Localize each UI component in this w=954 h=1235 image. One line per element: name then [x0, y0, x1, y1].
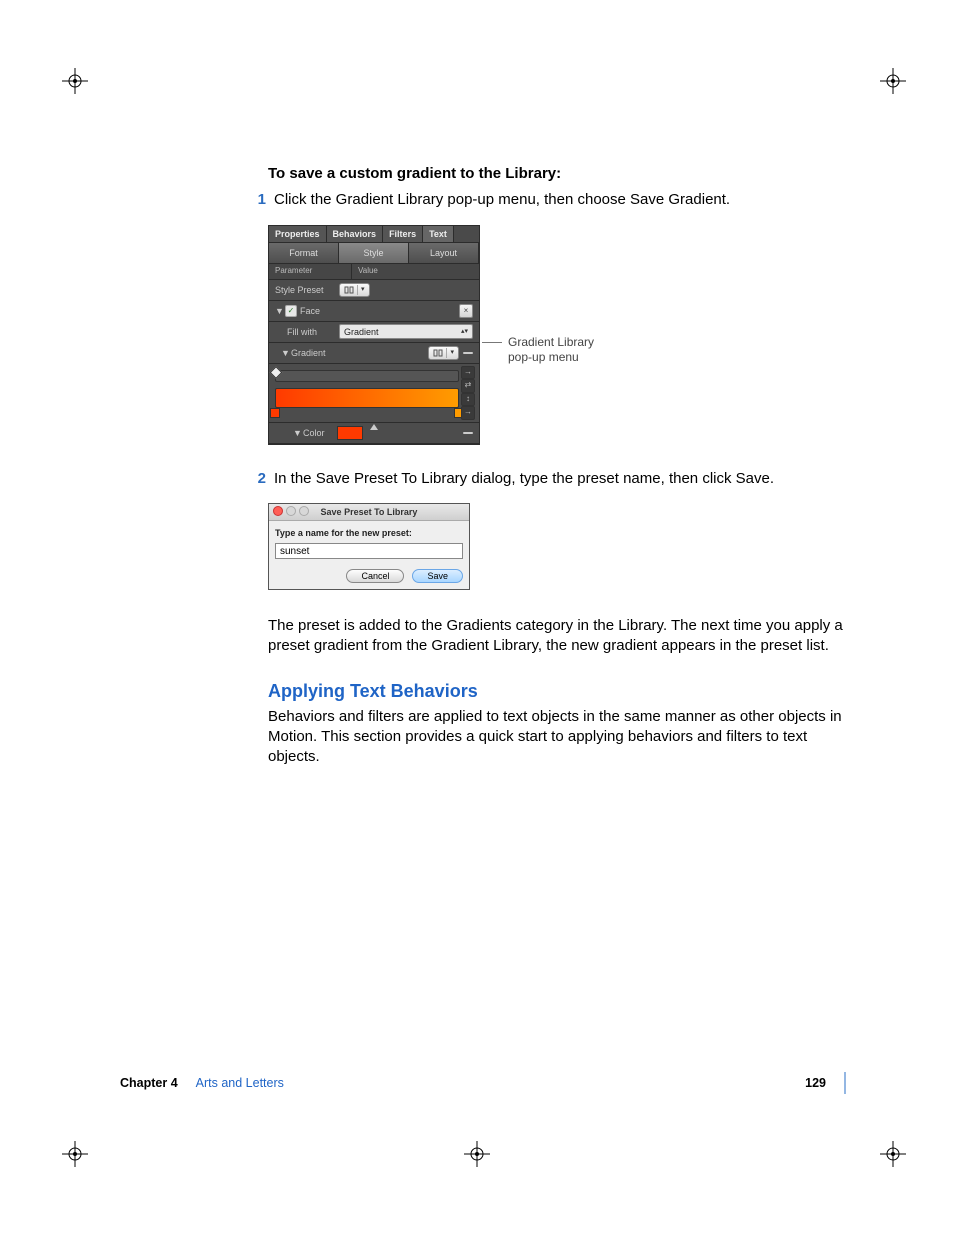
- step-number: 1: [242, 190, 266, 210]
- style-preset-library-button[interactable]: ▾: [339, 283, 370, 297]
- column-parameter: Parameter: [269, 264, 352, 279]
- dialog-title: Save Preset To Library: [321, 507, 418, 517]
- callout: Gradient Library pop-up menu: [482, 335, 604, 366]
- disclosure-icon[interactable]: ▼: [275, 305, 283, 317]
- book-icon: [344, 286, 354, 294]
- body-paragraph: Behaviors and filters are applied to tex…: [268, 707, 854, 768]
- chapter-name: Arts and Letters: [196, 1075, 284, 1092]
- row-color: Color: [303, 427, 337, 439]
- step-number: 2: [242, 469, 266, 489]
- disclosure-icon[interactable]: ▼: [281, 347, 289, 359]
- book-icon: [433, 349, 443, 357]
- collapse-icon[interactable]: [463, 352, 473, 354]
- fill-with-value: Gradient: [344, 326, 379, 338]
- subtab-format[interactable]: Format: [269, 243, 339, 263]
- arrow-right-icon[interactable]: →: [461, 366, 475, 380]
- column-value: Value: [352, 264, 384, 279]
- row-fill-with: Fill with: [287, 326, 339, 338]
- tab-behaviors[interactable]: Behaviors: [327, 226, 384, 242]
- row-face: Face: [300, 305, 320, 317]
- cancel-button[interactable]: Cancel: [346, 569, 404, 583]
- dialog-prompt: Type a name for the new preset:: [275, 527, 463, 539]
- reset-button[interactable]: ×: [459, 304, 473, 318]
- step-text: Click the Gradient Library pop-up menu, …: [274, 190, 854, 210]
- subtab-style[interactable]: Style: [339, 243, 409, 263]
- inspector-panel: Properties Behaviors Filters Text Format…: [268, 225, 480, 445]
- arrow-right-icon[interactable]: →: [461, 406, 475, 420]
- gradient-editor[interactable]: → ⇄ ↕ →: [269, 364, 479, 423]
- face-checkbox[interactable]: ✓: [285, 305, 297, 317]
- gradient-bar[interactable]: [275, 388, 459, 408]
- collapse-icon[interactable]: [463, 432, 473, 434]
- callout-label: Gradient Library pop-up menu: [508, 335, 604, 366]
- inspector-figure: Properties Behaviors Filters Text Format…: [268, 225, 608, 445]
- gradient-library-popup[interactable]: ▾: [428, 346, 459, 360]
- page-number: 129: [805, 1075, 826, 1092]
- crop-mark-icon: [62, 1141, 88, 1167]
- color-stop-start[interactable]: [270, 408, 280, 418]
- midpoint-icon[interactable]: [370, 424, 378, 430]
- zoom-icon: [299, 506, 309, 516]
- step-text: In the Save Preset To Library dialog, ty…: [274, 469, 854, 489]
- save-preset-dialog: Save Preset To Library Type a name for t…: [268, 503, 470, 590]
- tab-properties[interactable]: Properties: [269, 226, 327, 242]
- crop-mark-icon: [880, 68, 906, 94]
- chapter-label: Chapter 4: [120, 1075, 178, 1092]
- disclosure-icon[interactable]: ▼: [293, 427, 301, 439]
- color-swatch[interactable]: [337, 426, 363, 440]
- tab-filters[interactable]: Filters: [383, 226, 423, 242]
- procedure-heading: To save a custom gradient to the Library…: [268, 164, 854, 184]
- row-style-preset: Style Preset: [275, 284, 339, 296]
- save-button[interactable]: Save: [412, 569, 463, 583]
- swap-icon[interactable]: ↕: [461, 393, 475, 407]
- chevron-updown-icon: ▴▾: [461, 328, 468, 335]
- body-paragraph: The preset is added to the Gradients cat…: [268, 616, 854, 657]
- row-gradient: Gradient: [291, 347, 326, 359]
- preset-name-input[interactable]: [275, 543, 463, 559]
- color-track[interactable]: [275, 408, 459, 416]
- minimize-icon: [286, 506, 296, 516]
- dialog-figure: Save Preset To Library Type a name for t…: [268, 503, 854, 590]
- crop-mark-icon: [464, 1141, 490, 1167]
- section-heading: Applying Text Behaviors: [268, 679, 854, 703]
- tab-text[interactable]: Text: [423, 226, 454, 242]
- crop-mark-icon: [62, 68, 88, 94]
- subtab-layout[interactable]: Layout: [409, 243, 479, 263]
- fill-with-dropdown[interactable]: Gradient ▴▾: [339, 324, 473, 339]
- opacity-track[interactable]: [275, 370, 459, 382]
- close-icon[interactable]: [273, 506, 283, 516]
- flip-icon[interactable]: ⇄: [461, 379, 475, 393]
- crop-mark-icon: [880, 1141, 906, 1167]
